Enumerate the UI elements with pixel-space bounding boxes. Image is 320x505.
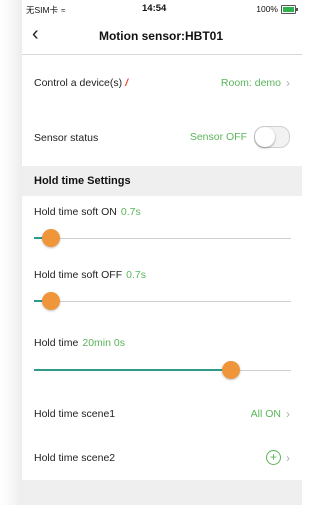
sensor-status-value: Sensor OFF (189, 131, 247, 143)
chevron-right-icon: › (286, 450, 290, 465)
edit-pencil-icon: / (125, 77, 129, 89)
carrier-label: 无SIM卡 ≈ (26, 5, 66, 15)
battery-icon (281, 4, 298, 14)
section-title: Hold time Settings (34, 175, 131, 187)
hold-time-row: Hold time 20min 0s (20, 322, 302, 385)
toggle-knob (255, 127, 275, 147)
hold-soft-off-row: Hold time soft OFF 0.7s (20, 255, 302, 323)
slider-label: Hold time soft ON (34, 206, 117, 218)
slider-track[interactable] (34, 238, 291, 239)
slider-value: 0.7s (120, 206, 141, 218)
scene2-label: Hold time scene2 (34, 452, 116, 464)
clock: 14:54 (142, 3, 167, 14)
section-header: Hold time Settings (20, 166, 302, 196)
battery-indicator: 100% (256, 4, 298, 14)
slider-track[interactable] (34, 301, 291, 302)
wifi-icon: ≈ (61, 6, 66, 15)
slider-thumb[interactable] (41, 292, 60, 310)
scene1-value: All ON (250, 408, 281, 420)
slider-thumb[interactable] (41, 229, 60, 247)
control-devices-row[interactable]: Control a device(s) / Room: demo › (20, 55, 302, 111)
sensor-status-label: Sensor status (34, 132, 99, 144)
hold-soft-on-row: Hold time soft ON 0.7s (20, 196, 302, 256)
room-value: Room: demo (220, 77, 281, 89)
slider-fill (34, 369, 231, 371)
device-edge (0, 0, 22, 505)
sensor-toggle[interactable] (254, 126, 290, 148)
scene1-row[interactable]: Hold time scene1 All ON › (20, 384, 302, 437)
chevron-right-icon: › (286, 407, 290, 421)
slider-value: 0.7s (126, 269, 146, 281)
add-circle-icon[interactable]: + (266, 450, 281, 465)
page-title: Motion sensor:HBT01 (98, 29, 223, 43)
slider-label: Hold time (34, 337, 79, 349)
control-devices-label: Control a device(s) (34, 77, 123, 89)
slider-label: Hold time soft OFF (34, 269, 123, 281)
chevron-right-icon: › (286, 76, 290, 90)
footer-spacer (20, 480, 302, 505)
scene2-row[interactable]: Hold time scene2 + › (20, 436, 302, 481)
navigation-bar: ‹ Motion sensor:HBT01 (20, 18, 302, 55)
status-bar: 无SIM卡 ≈ 14:54 100% (20, 0, 302, 18)
sensor-status-row: Sensor status Sensor OFF (20, 110, 302, 167)
slider-value: 20min 0s (82, 337, 125, 349)
app-screen: 无SIM卡 ≈ 14:54 100% ‹ Motion sensor:HBT01 … (20, 0, 302, 505)
slider-thumb[interactable] (221, 361, 240, 379)
scene1-label: Hold time scene1 (34, 408, 116, 420)
battery-percent: 100% (256, 4, 278, 14)
